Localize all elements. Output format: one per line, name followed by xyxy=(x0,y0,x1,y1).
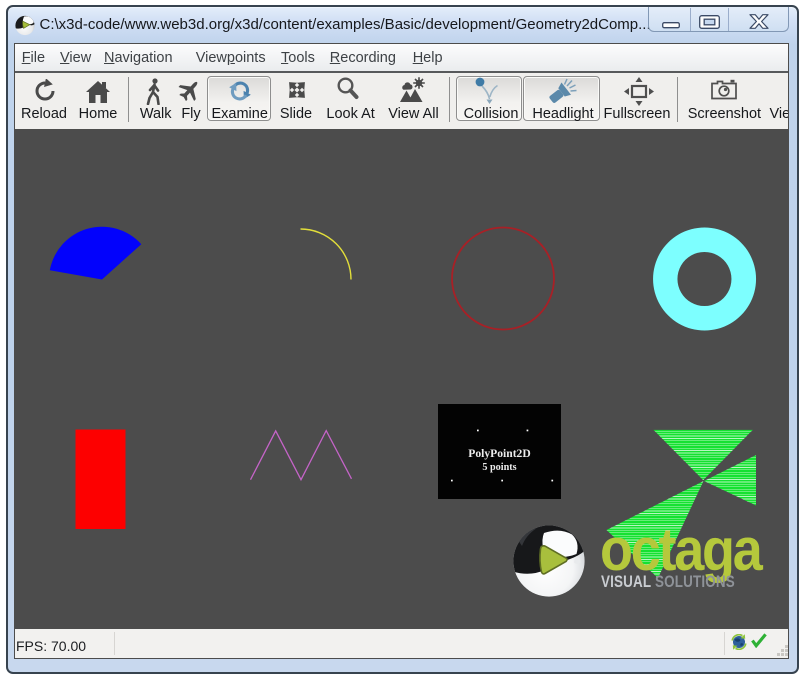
svg-text:5 points: 5 points xyxy=(482,462,516,473)
svg-text:PolyPoint2D: PolyPoint2D xyxy=(468,447,530,460)
